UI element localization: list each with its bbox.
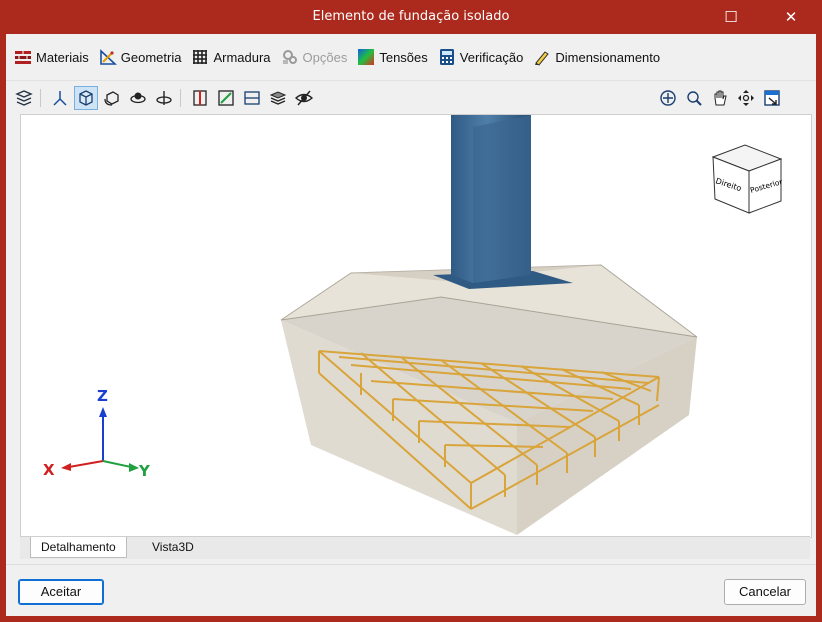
maximize-button[interactable]: ☐ <box>708 0 754 34</box>
solid-view-icon <box>79 90 93 106</box>
menu-label: Verificação <box>459 49 524 65</box>
view-tabs: Detalhamento Vista3D <box>20 536 810 559</box>
layers-stack-icon <box>269 91 287 105</box>
y-axis-label: Y <box>138 462 151 480</box>
section-button[interactable] <box>188 86 212 110</box>
layers-stack-button[interactable] <box>266 86 290 110</box>
visibility-button[interactable] <box>292 86 316 110</box>
app-window: Elemento de fundação isolado ☐ ✕ Materia… <box>0 0 822 622</box>
materials-icon <box>15 51 31 64</box>
menu-label: Geometria <box>120 49 182 65</box>
zoom-extents-button[interactable] <box>656 86 680 110</box>
menu-label: Opções <box>302 49 348 65</box>
fit-view-icon <box>764 90 780 106</box>
design-icon <box>535 51 550 66</box>
menu-bar: Materiais Geometria Armadura Opções Tens… <box>6 34 816 80</box>
x-axis-label: X <box>43 461 55 479</box>
window-title: Elemento de fundação isolado <box>312 9 510 24</box>
stresses-icon <box>358 49 375 65</box>
axes-icon <box>53 91 67 106</box>
visibility-icon <box>295 90 313 106</box>
menu-verificacao[interactable]: Verificação <box>438 48 524 66</box>
geometry-icon <box>99 49 117 65</box>
accept-button[interactable]: Aceitar <box>18 579 104 605</box>
orbit-3d-icon <box>738 90 754 106</box>
pivot-icon <box>156 91 172 105</box>
orbit-3d-button[interactable] <box>734 86 758 110</box>
menu-label: Dimensionamento <box>555 49 661 65</box>
z-axis-label: Z <box>97 387 108 405</box>
view-cube[interactable]: Direito Posterior <box>711 144 784 214</box>
cancel-button[interactable]: Cancelar <box>724 579 806 605</box>
rotate-view-button[interactable] <box>100 86 124 110</box>
zoom-extents-icon <box>660 90 676 106</box>
close-button[interactable]: ✕ <box>768 0 814 34</box>
plane-icon <box>244 91 260 105</box>
menu-label: Materiais <box>36 49 89 65</box>
menu-label: Armadura <box>213 49 271 65</box>
zoom-window-button[interactable] <box>682 86 706 110</box>
fit-view-button[interactable] <box>760 86 784 110</box>
menu-materiais[interactable]: Materiais <box>14 48 89 66</box>
plane-button[interactable] <box>240 86 264 110</box>
menu-opcoes: Opções <box>281 48 348 66</box>
title-bar[interactable]: Elemento de fundação isolado ☐ ✕ <box>0 0 822 34</box>
menu-label: Tensões <box>379 49 428 65</box>
axis-triad: Z X Y <box>43 387 151 480</box>
tab-vista3d[interactable]: Vista3D <box>142 537 204 557</box>
layers-icon <box>15 90 33 106</box>
diagram-button[interactable] <box>214 86 238 110</box>
tab-detalhamento[interactable]: Detalhamento <box>30 537 127 558</box>
axes-button[interactable] <box>48 86 72 110</box>
dialog-client: Materiais Geometria Armadura Opções Tens… <box>6 34 816 616</box>
footer-divider <box>6 564 816 565</box>
zoom-window-icon <box>687 91 702 106</box>
menu-armadura[interactable]: Armadura <box>191 48 271 66</box>
pivot-button[interactable] <box>152 86 176 110</box>
rotate-view-icon <box>104 91 119 106</box>
solid-view-button[interactable] <box>74 86 98 110</box>
diagram-icon <box>218 90 234 106</box>
view-toolbar <box>6 80 816 115</box>
menu-geometria[interactable]: Geometria <box>99 48 182 66</box>
orbit-button[interactable] <box>126 86 150 110</box>
orbit-icon <box>130 92 146 104</box>
footing-3d-model[interactable]: Direito Posterior Z X Y <box>21 115 811 537</box>
pan-button[interactable] <box>708 86 732 110</box>
options-icon <box>282 50 297 64</box>
3d-viewport[interactable]: Direito Posterior Z X Y <box>20 114 812 538</box>
menu-tensoes[interactable]: Tensões <box>357 48 428 66</box>
layers-button[interactable] <box>12 86 36 110</box>
reinforcement-icon <box>193 50 208 64</box>
pan-icon <box>714 90 727 106</box>
menu-dimensionamento[interactable]: Dimensionamento <box>533 48 660 66</box>
section-icon <box>193 90 207 106</box>
verification-icon <box>439 49 454 65</box>
